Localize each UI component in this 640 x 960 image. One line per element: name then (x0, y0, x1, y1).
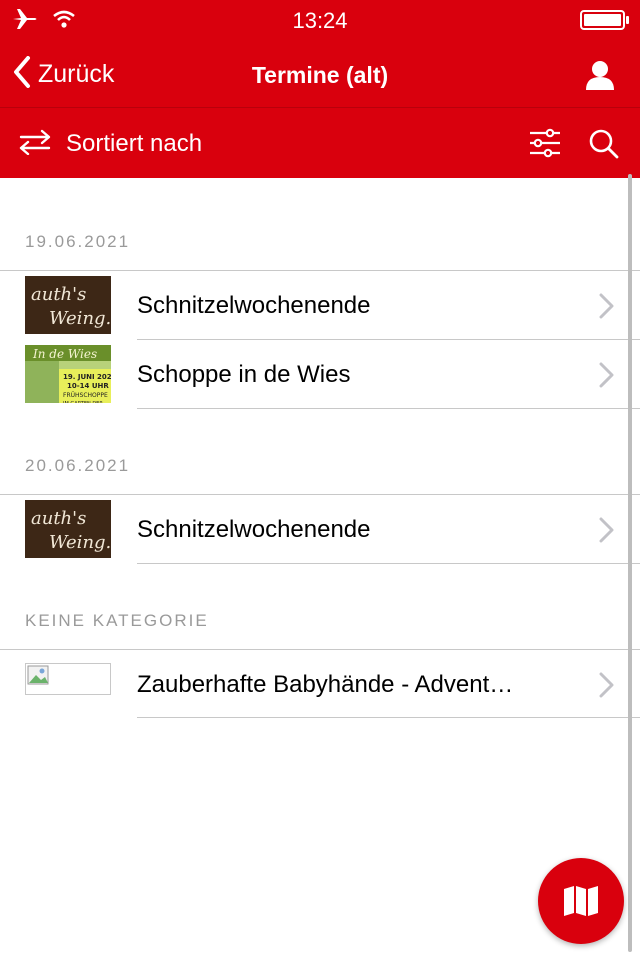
chevron-right-icon (598, 672, 614, 703)
list-item-title: Schoppe in de Wies (137, 361, 351, 388)
list-item[interactable]: auth's Weing.u Schnitzelwochenende (0, 272, 640, 340)
divider (0, 649, 640, 650)
svg-text:In de Wies: In de Wies (32, 347, 97, 361)
event-list: 19.06.2021 auth's Weing.u Schnitzelwoche… (0, 178, 640, 960)
list-item[interactable]: auth's Weing.u Schnitzelwochenende (0, 496, 640, 564)
svg-text:FRÜHSCHOPPE: FRÜHSCHOPPE (63, 392, 108, 399)
list-item-title: Schnitzelwochenende (137, 292, 371, 319)
navigation-bar: Zurück Termine (alt) (0, 40, 640, 108)
section-header: KEINE KATEGORIE (25, 611, 209, 630)
list-item[interactable]: Zauberhafte Babyhände - Advent… (0, 651, 640, 719)
section-header: 19.06.2021 (25, 232, 131, 251)
thumbnail-poster-schoppe: In de Wies 19. JUNI 2021 10-14 UHR FRÜHS… (25, 345, 111, 403)
list-item-title: Schnitzelwochenende (137, 516, 371, 543)
list-item-title: Zauberhafte Babyhände - Advent… (137, 671, 514, 698)
filter-sliders-icon[interactable] (528, 128, 562, 163)
search-icon[interactable] (588, 128, 620, 165)
back-button[interactable]: Zurück (12, 54, 114, 94)
divider (137, 408, 640, 409)
thumbnail-logo-weingut: auth's Weing.u (25, 276, 111, 334)
divider (137, 339, 640, 340)
divider (0, 494, 640, 495)
svg-text:10-14 UHR: 10-14 UHR (67, 382, 109, 390)
broken-image-icon (25, 663, 111, 695)
user-icon[interactable] (586, 60, 614, 95)
divider (0, 270, 640, 271)
divider (137, 717, 640, 718)
map-button[interactable] (538, 858, 624, 944)
battery-icon (580, 10, 630, 35)
divider (137, 563, 640, 564)
svg-text:19. JUNI 2021: 19. JUNI 2021 (63, 373, 111, 381)
status-time: 13:24 (292, 8, 348, 33)
svg-text:auth's: auth's (31, 508, 86, 529)
sort-button[interactable]: Sortiert nach (18, 126, 202, 162)
chevron-left-icon (12, 55, 32, 93)
chevron-right-icon (598, 362, 614, 393)
svg-text:Weing.u: Weing.u (49, 532, 111, 553)
svg-text:IM GARTEN DER: IM GARTEN DER (63, 401, 103, 403)
back-label: Zurück (38, 59, 115, 88)
status-bar: 13:24 (0, 0, 640, 40)
list-item[interactable]: In de Wies 19. JUNI 2021 10-14 UHR FRÜHS… (0, 341, 640, 409)
section-header: 20.06.2021 (25, 456, 131, 475)
scrollbar[interactable] (628, 174, 632, 952)
thumbnail-logo-weingut: auth's Weing.u (25, 500, 111, 558)
svg-text:Weing.u: Weing.u (49, 308, 111, 329)
chevron-right-icon (598, 517, 614, 548)
svg-text:auth's: auth's (31, 284, 86, 305)
chevron-right-icon (598, 293, 614, 324)
swap-arrows-icon (18, 129, 52, 160)
sort-label: Sortiert nach (66, 130, 203, 157)
sort-toolbar: Sortiert nach (0, 108, 640, 178)
